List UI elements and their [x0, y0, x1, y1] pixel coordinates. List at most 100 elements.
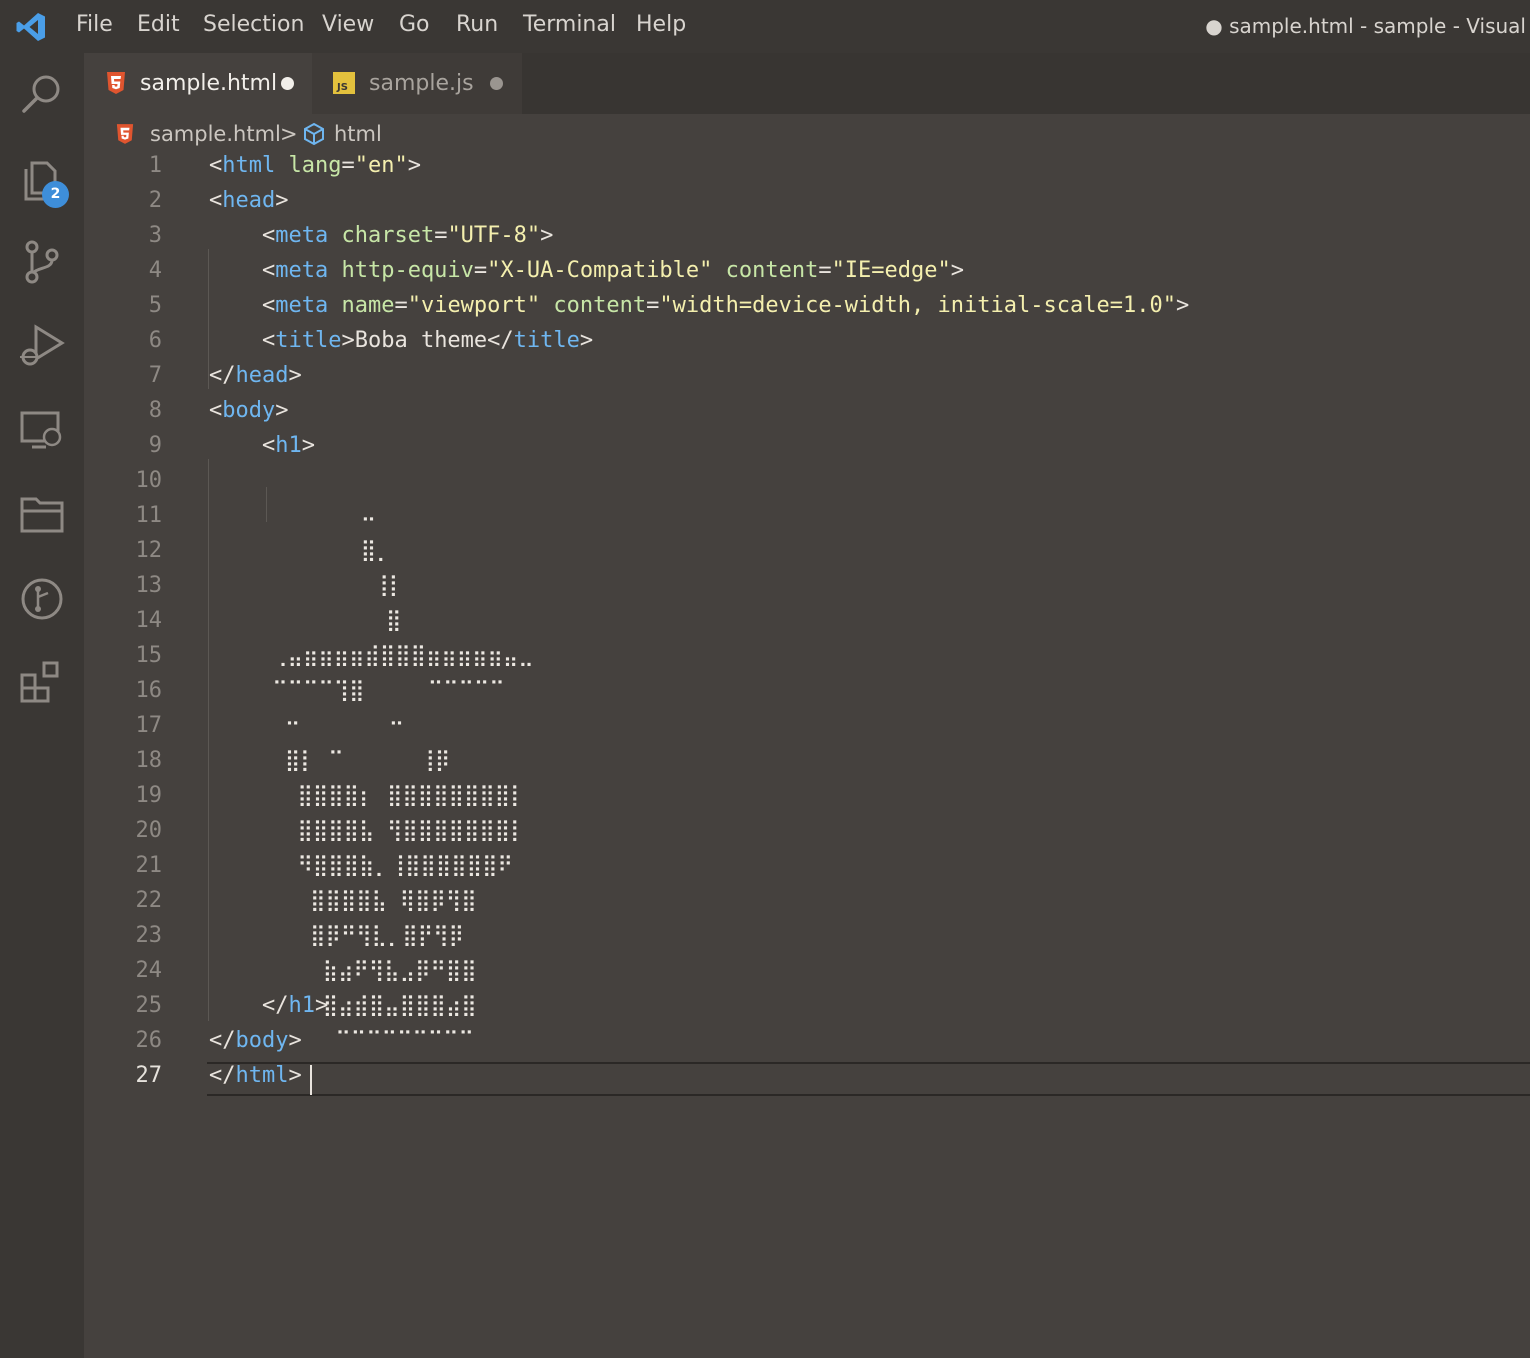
line-number: 8 — [148, 398, 162, 423]
tab-sample-js[interactable]: JS sample.js — [312, 53, 522, 114]
tab-label: sample.js — [369, 71, 474, 96]
line-number: 27 — [135, 1063, 163, 1088]
search-icon[interactable] — [18, 69, 66, 117]
line-number: 1 — [148, 153, 162, 178]
code-token: lang — [288, 153, 342, 178]
code-token: "X-UA-Compatible" — [487, 258, 713, 283]
code-line[interactable]: <h1> — [209, 433, 315, 458]
menu-run[interactable]: Run — [456, 12, 498, 37]
svg-text:JS: JS — [336, 82, 348, 93]
menu-view[interactable]: View — [322, 12, 374, 37]
code-token: < — [261, 223, 276, 248]
ascii-art-line: ⢸⡇ — [209, 573, 405, 597]
code-line[interactable]: <body> — [209, 398, 288, 423]
code-token: < — [209, 153, 223, 178]
line-number: 5 — [148, 293, 162, 318]
html5-icon — [107, 72, 125, 94]
code-token: < — [261, 433, 276, 458]
breadcrumb: sample.html > html — [84, 114, 1530, 154]
code-token: < — [209, 188, 223, 213]
line-number: 4 — [148, 258, 162, 283]
code-editor[interactable]: 1 2 3 4 5 6 7 8 9 10 11 12 13 14 15 16 17 18 19 20 21 22 23 24 2… — [84, 152, 1530, 1358]
code-line[interactable]: <meta charset="UTF-8"> — [209, 223, 553, 248]
breadcrumb-symbol[interactable]: html — [334, 122, 382, 146]
code-line[interactable]: <meta http-equiv="X-UA-Compatible" conte… — [209, 258, 964, 283]
code-token: > — [301, 433, 315, 458]
code-line[interactable]: <title>Boba theme</title> — [209, 328, 593, 353]
code-token: </ — [209, 1063, 236, 1088]
code-token: Boba theme — [354, 328, 488, 353]
line-number: 10 — [135, 468, 163, 493]
menu-file[interactable]: File — [76, 12, 113, 37]
ascii-art-line: ⠒ ⠒ — [209, 713, 405, 737]
code-line[interactable]: <html lang="en"> — [209, 153, 421, 178]
title-bar: File Edit Selection View Go Run Terminal… — [0, 0, 1530, 53]
code-line[interactable]: <meta name="viewport" content="width=dev… — [209, 293, 1189, 318]
code-line[interactable]: <head> — [209, 188, 288, 213]
folder-icon[interactable] — [18, 489, 66, 537]
code-token: meta — [275, 258, 329, 283]
extensions-icon[interactable] — [18, 657, 66, 705]
code-line[interactable]: </html> — [209, 1063, 302, 1088]
ascii-art-line: ⠉⠉⠉⠉⠉⠉⠉⠉⠉ — [209, 1028, 474, 1052]
code-token: = — [434, 223, 448, 248]
current-line-highlight — [207, 1062, 1530, 1096]
ascii-art-line: ⣿⣴⣾⣿⣤⣿⣿⣿⣴⣿ — [209, 993, 477, 1017]
code-token: > — [288, 1063, 302, 1088]
ascii-art-line: ⠤ — [209, 503, 377, 527]
menu-help[interactable]: Help — [636, 12, 686, 37]
code-token: < — [209, 398, 223, 423]
ascii-art-line: ⢀⣤⣶⣶⣶⣶⣾⣿⣿⣿⣶⣶⣶⣶⣶⣤⣀ — [209, 643, 534, 667]
code-token: "viewport" — [407, 293, 541, 318]
timeline-icon[interactable] — [18, 573, 66, 621]
code-token: < — [261, 293, 276, 318]
line-number: 20 — [135, 818, 163, 843]
line-number: 9 — [148, 433, 162, 458]
activity-bar: 2 — [0, 53, 84, 1358]
code-token: content — [553, 293, 647, 318]
text-cursor — [310, 1065, 312, 1095]
line-number: 17 — [135, 713, 163, 738]
line-number: 26 — [135, 1028, 163, 1053]
menu-selection[interactable]: Selection — [203, 12, 304, 37]
code-token: = — [646, 293, 660, 318]
code-token: > — [341, 328, 355, 353]
code-line[interactable]: </head> — [209, 363, 302, 388]
ascii-art-line: ⣿⡀ — [209, 538, 392, 562]
line-number: 24 — [135, 958, 163, 983]
explorer-badge: 2 — [42, 181, 69, 208]
run-debug-icon[interactable] — [18, 321, 66, 369]
tab-sample-html[interactable]: sample.html — [84, 53, 312, 114]
code-token: "en" — [354, 153, 408, 178]
line-number: 11 — [135, 503, 163, 528]
line-number: 15 — [135, 643, 163, 668]
vscode-logo-icon[interactable] — [14, 10, 48, 44]
code-token: = — [341, 153, 355, 178]
modified-dot-icon[interactable] — [490, 77, 503, 90]
remote-explorer-icon[interactable] — [18, 405, 66, 453]
breadcrumb-separator: > — [280, 122, 298, 146]
code-token: head — [222, 188, 276, 213]
code-token: content — [725, 258, 819, 283]
code-token: > — [540, 223, 554, 248]
code-token: charset — [341, 223, 435, 248]
code-token: = — [818, 258, 832, 283]
breadcrumb-file[interactable]: sample.html — [150, 122, 281, 146]
menu-go[interactable]: Go — [399, 12, 430, 37]
modified-dot-icon[interactable] — [281, 77, 294, 90]
line-number: 12 — [135, 538, 163, 563]
menu-terminal[interactable]: Terminal — [523, 12, 616, 37]
ascii-art-line: ⣿⣿⣿⣿⣧ ⢿⣿⡿⢻⣿ — [209, 888, 477, 912]
code-token: body — [222, 398, 276, 423]
source-control-icon[interactable] — [18, 237, 66, 285]
code-token: > — [275, 188, 289, 213]
menu-edit[interactable]: Edit — [137, 12, 180, 37]
line-number: 7 — [148, 363, 162, 388]
